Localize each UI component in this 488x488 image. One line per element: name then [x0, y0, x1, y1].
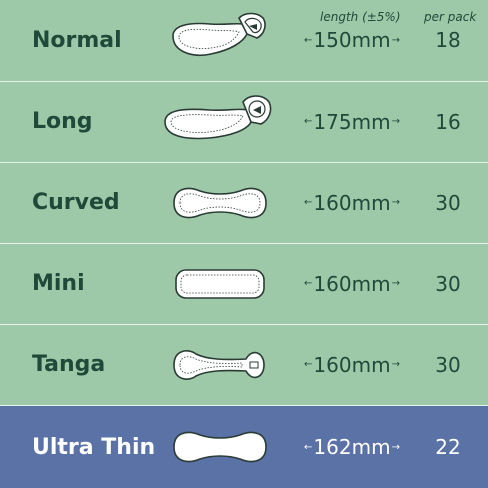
mini-pad-icon	[160, 244, 280, 323]
length-value: ← 175mm →	[296, 82, 408, 161]
product-size-table: length (±5%) per pack Normal ← 150mm → 18 …	[0, 0, 488, 488]
long-pad-icon	[160, 82, 280, 161]
length-text: 150mm	[313, 28, 391, 52]
length-text: 160mm	[313, 190, 391, 215]
pack-count: 30	[435, 190, 461, 215]
length-text: 160mm	[313, 352, 391, 377]
ultra-thin-pad-icon	[160, 406, 280, 488]
product-name: Curved	[32, 190, 120, 215]
arrow-right-icon: →	[391, 197, 400, 208]
table-row: Mini ← 160mm → 30	[0, 243, 488, 323]
product-name: Ultra Thin	[32, 434, 156, 460]
pack-count: 22	[435, 435, 461, 459]
arrow-right-icon: →	[391, 116, 400, 127]
product-name: Long	[32, 109, 93, 134]
product-name: Mini	[32, 271, 85, 296]
length-value: ← 160mm →	[296, 163, 408, 242]
length-value: ← 160mm →	[296, 325, 408, 404]
pack-count: 18	[435, 28, 461, 52]
arrow-left-icon: ←	[304, 197, 313, 208]
length-value: ← 162mm →	[296, 406, 408, 488]
table-row: Curved ← 160mm → 30	[0, 162, 488, 242]
length-value: ← 160mm →	[296, 244, 408, 323]
length-text: 160mm	[313, 271, 391, 296]
arrow-left-icon: ←	[304, 359, 313, 370]
length-value: ← 150mm →	[296, 0, 408, 80]
length-text: 175mm	[313, 109, 391, 134]
arrow-right-icon: →	[391, 34, 400, 46]
tanga-pad-icon	[160, 325, 280, 404]
curved-pad-icon	[160, 163, 280, 242]
pack-count: 30	[435, 271, 461, 296]
arrow-left-icon: ←	[304, 441, 313, 453]
table-row: length (±5%) per pack Normal ← 150mm → 18	[0, 0, 488, 80]
table-row: Tanga ← 160mm → 30	[0, 324, 488, 404]
arrow-left-icon: ←	[304, 278, 313, 289]
arrow-right-icon: →	[391, 441, 400, 453]
pack-count: 30	[435, 352, 461, 377]
product-name: Tanga	[32, 352, 106, 377]
length-text: 162mm	[313, 435, 391, 459]
arrow-left-icon: ←	[304, 116, 313, 127]
product-name: Normal	[32, 27, 122, 53]
table-row: Ultra Thin ← 162mm → 22	[0, 405, 488, 488]
normal-pad-icon	[160, 0, 280, 80]
arrow-right-icon: →	[391, 278, 400, 289]
arrow-right-icon: →	[391, 359, 400, 370]
table-row: Long ← 175mm → 16	[0, 81, 488, 161]
pack-count: 16	[435, 109, 461, 134]
arrow-left-icon: ←	[304, 34, 313, 46]
